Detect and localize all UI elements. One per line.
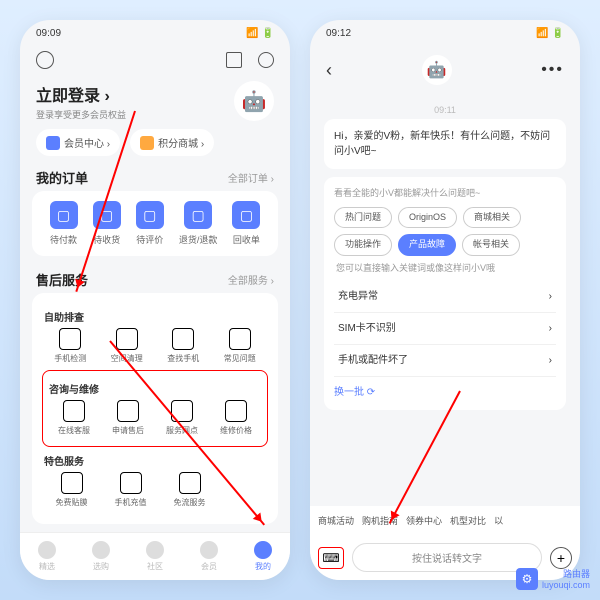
service-item[interactable]: 服务网点	[166, 400, 198, 436]
member-center[interactable]: 会员中心 ›	[36, 129, 120, 156]
service-item[interactable]: 免流服务	[174, 472, 206, 508]
suggest-chip[interactable]: 以	[494, 514, 503, 527]
service-item[interactable]: 查找手机	[167, 328, 199, 364]
status-bar: 09:12📶 🔋	[310, 20, 580, 47]
chat-bubble: Hi，亲爱的V粉，新年快乐！有什么问题，不妨问问小V吧~	[324, 119, 566, 169]
tag-chip[interactable]: 商城相关	[463, 207, 521, 229]
suggest-chip[interactable]: 商城活动	[318, 514, 354, 527]
qa-row[interactable]: 充电异常›	[334, 281, 556, 313]
top-bar	[20, 47, 290, 73]
watermark: ⚙路由器 luyouqi.com	[516, 567, 590, 590]
all-orders[interactable]: 全部订单 ›	[228, 170, 274, 185]
settings-icon[interactable]	[36, 51, 54, 69]
highlight-box: 咨询与维修在线客服申请售后服务网点维修价格	[42, 370, 268, 447]
nav-item[interactable]: 社区	[146, 541, 164, 572]
login-row[interactable]: 立即登录 ›登录享受更多会员权益 🤖	[20, 73, 290, 129]
order-item[interactable]: ▢退货/退款	[179, 201, 218, 246]
nav-item[interactable]: 我的	[254, 541, 272, 572]
service-item[interactable]: 手机充值	[115, 472, 147, 508]
refresh-button[interactable]: 换一批 ⟳	[334, 385, 556, 400]
nav-item[interactable]: 精选	[38, 541, 56, 572]
tag-chip[interactable]: 功能操作	[334, 234, 392, 256]
service-item[interactable]: 免费贴膜	[56, 472, 88, 508]
points-mall[interactable]: 积分商城 ›	[130, 129, 214, 156]
back-icon[interactable]: ‹	[326, 60, 332, 81]
qa-row[interactable]: SIM卡不识别›	[334, 313, 556, 345]
tag-chip[interactable]: 产品故障	[398, 234, 456, 256]
cart-icon[interactable]	[226, 52, 242, 68]
service-item[interactable]: 常见问题	[224, 328, 256, 364]
service-item[interactable]: 申请售后	[112, 400, 144, 436]
more-icon[interactable]: •••	[541, 61, 564, 79]
suggest-chip[interactable]: 机型对比	[450, 514, 486, 527]
service-item[interactable]: 维修价格	[220, 400, 252, 436]
tag-chip[interactable]: 热门问题	[334, 207, 392, 229]
add-icon[interactable]: +	[550, 547, 572, 569]
order-item[interactable]: ▢待付款	[50, 201, 78, 246]
all-services[interactable]: 全部服务 ›	[228, 272, 274, 287]
status-bar: 09:09📶 🔋	[20, 20, 290, 47]
phone-left: 09:09📶 🔋 立即登录 ›登录享受更多会员权益 🤖 会员中心 › 积分商城 …	[20, 20, 290, 580]
service-item[interactable]: 在线客服	[58, 400, 90, 436]
suggest-chip[interactable]: 领券中心	[406, 514, 442, 527]
order-item[interactable]: ▢回收单	[232, 201, 260, 246]
message-icon[interactable]	[258, 52, 274, 68]
phone-right: 09:12📶 🔋 ‹ 🤖 ••• 09:11 Hi，亲爱的V粉，新年快乐！有什么…	[310, 20, 580, 580]
service-item[interactable]: 手机检测	[54, 328, 86, 364]
voice-input[interactable]: 按住说话转文字	[352, 543, 542, 572]
tag-chip[interactable]: OriginOS	[398, 207, 457, 229]
tag-chip[interactable]: 帐号相关	[462, 234, 520, 256]
qa-row[interactable]: 手机或配件坏了›	[334, 345, 556, 377]
nav-item[interactable]: 选购	[92, 541, 110, 572]
bot-avatar: 🤖	[422, 55, 452, 85]
chat-card: 看看全能的小V都能解决什么问题吧~ 热门问题OriginOS商城相关功能操作产品…	[324, 177, 566, 410]
nav-item[interactable]: 会员	[200, 541, 218, 572]
order-item[interactable]: ▢待评价	[136, 201, 164, 246]
keyboard-icon[interactable]: ⌨	[318, 547, 344, 569]
avatar: 🤖	[234, 81, 274, 121]
